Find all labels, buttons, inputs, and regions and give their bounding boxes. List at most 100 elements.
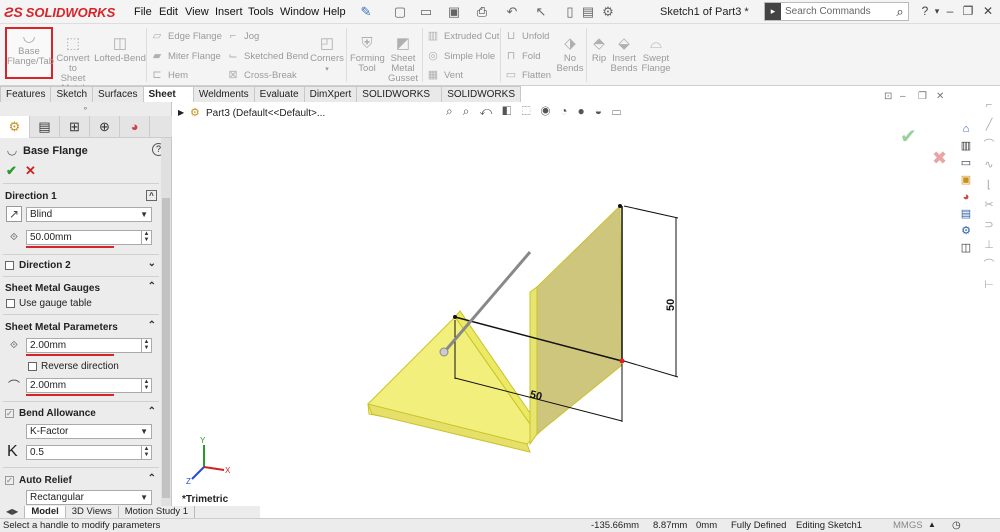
spline-tool-icon[interactable]: ∿ xyxy=(982,158,996,172)
use-gauge-table-checkbox[interactable]: Use gauge table xyxy=(6,298,92,309)
units-dropdown-icon[interactable]: ▲ xyxy=(928,520,936,529)
direction1-header[interactable]: Direction 1 ^ xyxy=(0,187,160,205)
depth-field[interactable]: 50.00mm ▲ ▼ xyxy=(26,230,152,245)
panel-grip-icon[interactable]: ⚬ xyxy=(82,104,89,113)
forming-tool-button[interactable]: ⛨ Forming Tool xyxy=(350,36,385,74)
configurationmanager-tab-icon[interactable]: ⊞ xyxy=(60,116,90,138)
hem-button[interactable]: ⊏ Hem xyxy=(150,69,188,81)
pin-icon[interactable]: ✎ xyxy=(358,4,374,20)
sketch-point[interactable] xyxy=(453,315,457,319)
fold-button[interactable]: ⊓ Fold xyxy=(504,50,541,62)
menu-tools[interactable]: Tools xyxy=(248,6,274,18)
arc-tool-icon[interactable]: ⌒ xyxy=(982,138,996,152)
swept-flange-button[interactable]: ⌓ Swept Flange xyxy=(640,36,672,74)
insert-bends-button[interactable]: ⬙ Insert Bends xyxy=(610,36,638,74)
solidworks-forum-icon[interactable]: ⚙ xyxy=(958,224,974,238)
undo-icon[interactable]: ↶ xyxy=(504,4,520,20)
base-flange-button[interactable]: ◡ Base Flange/Tab xyxy=(5,27,54,79)
unfold-button[interactable]: ⊔ Unfold xyxy=(504,30,550,42)
viewport-minimize-icon[interactable]: – xyxy=(900,91,906,102)
propertymanager-tab-icon[interactable]: ▤ xyxy=(30,116,60,138)
direction2-header[interactable]: Direction 2 ⌄ xyxy=(0,256,160,274)
mirror-tool-icon[interactable]: ⊥ xyxy=(982,238,996,252)
tab-dimxpert[interactable]: DimXpert xyxy=(303,86,358,102)
corners-button[interactable]: ◰ Corners ▾ xyxy=(308,36,346,75)
line-tool-icon[interactable]: ╱ xyxy=(982,118,996,132)
auto-relief-select[interactable]: Rectangular ▼ xyxy=(26,490,152,505)
k-factor-field[interactable]: 0.5 ▲ ▼ xyxy=(26,445,152,460)
tab-evaluate[interactable]: Evaluate xyxy=(253,86,305,102)
sketched-bend-button[interactable]: ⌙ Sketched Bend xyxy=(226,50,308,62)
solidworks-logo[interactable]: ƧS SOLIDWORKS xyxy=(4,3,115,21)
edge-flange-button[interactable]: ▱ Edge Flange xyxy=(150,30,222,42)
search-scope-icon[interactable]: ▸ xyxy=(765,3,781,20)
bend-allowance-select[interactable]: K-Factor ▼ xyxy=(26,424,152,439)
vent-button[interactable]: ▦ Vent xyxy=(426,69,463,81)
sketch-tool-icon[interactable]: ⌐ xyxy=(982,98,996,112)
bend-radius-field[interactable]: 2.00mm ▲ ▼ xyxy=(26,378,152,393)
menu-insert[interactable]: Insert xyxy=(215,6,243,18)
tab-solidworks-mbd[interactable]: SOLIDWORKS MBD xyxy=(441,86,521,115)
direction2-checkbox[interactable] xyxy=(5,260,14,270)
rebuild-icon[interactable]: ▯ xyxy=(562,4,578,20)
end-condition-select[interactable]: Blind ▼ xyxy=(26,207,152,222)
design-library-icon[interactable]: ▥ xyxy=(958,139,974,153)
offset-tool-icon[interactable]: ⊃ xyxy=(982,218,996,232)
open-icon[interactable]: ▭ xyxy=(418,4,434,20)
reverse-direction-checkbox[interactable]: Reverse direction xyxy=(28,361,119,372)
view-palette-icon[interactable]: ▣ xyxy=(958,173,974,187)
direction-arrow-handle[interactable] xyxy=(444,251,532,351)
custom-properties-icon[interactable]: ▤ xyxy=(958,207,974,221)
checkbox-box[interactable] xyxy=(28,362,37,371)
thickness-field[interactable]: 2.00mm ▲ ▼ xyxy=(26,338,152,353)
cross-break-button[interactable]: ⊠ Cross-Break xyxy=(226,69,296,81)
cancel-x-icon[interactable]: ✕ xyxy=(25,163,36,179)
spinner-icon[interactable]: ▲ ▼ xyxy=(141,231,151,244)
extruded-cut-button[interactable]: ▥ Extruded Cut xyxy=(426,30,500,42)
featuremanager-tab-icon[interactable]: ⚙ xyxy=(0,116,30,138)
search-commands[interactable]: ▸ Search Commands ⌕ xyxy=(764,2,909,21)
rebuild-status-icon[interactable]: ◷ xyxy=(952,520,961,531)
panel-scrollbar[interactable] xyxy=(161,138,171,506)
smart-dimension-icon[interactable]: ⌒ xyxy=(982,258,996,272)
spinner-icon[interactable]: ▲ ▼ xyxy=(141,339,151,352)
tab-sketch[interactable]: Sketch xyxy=(50,86,94,102)
bend-allowance-checkbox[interactable]: ✓ xyxy=(5,408,14,418)
corners-dropdown-icon[interactable]: ▾ xyxy=(325,66,329,73)
restore-icon[interactable]: ❐ xyxy=(960,3,976,19)
corner-rectangle-icon[interactable]: ⌊ xyxy=(982,178,996,192)
tab-surfaces[interactable]: Surfaces xyxy=(92,86,144,102)
auto-relief-header[interactable]: ✓ Auto Relief ⌃ xyxy=(0,471,160,489)
new-document-icon[interactable]: ▢ xyxy=(392,4,408,20)
tab-scroll-left-icon[interactable]: ◀▶ xyxy=(0,506,26,518)
no-bends-button[interactable]: ⬗ No Bends xyxy=(556,36,584,74)
reverse-direction-icon[interactable]: ↗ xyxy=(6,206,22,222)
auto-relief-checkbox[interactable]: ✓ xyxy=(5,475,14,485)
chevron-up-icon[interactable]: ⌃ xyxy=(148,406,156,417)
tab-motion-study-1[interactable]: Motion Study 1 xyxy=(119,506,196,518)
file-properties-icon[interactable]: ▤ xyxy=(580,4,596,20)
spinner-icon[interactable]: ▲ ▼ xyxy=(141,446,151,459)
print-icon[interactable]: ⎙ xyxy=(474,4,490,20)
task-pane-home-icon[interactable]: ⌂ xyxy=(958,122,974,136)
sketch-point[interactable] xyxy=(618,204,622,208)
search-icon[interactable]: ⌕ xyxy=(892,4,908,20)
menu-file[interactable]: File xyxy=(134,6,152,18)
viewport-restore-icon[interactable]: ❐ xyxy=(918,91,927,102)
minimize-icon[interactable]: – xyxy=(942,3,958,19)
tab-weldments[interactable]: Weldments xyxy=(192,86,255,102)
chevron-up-icon[interactable]: ⌃ xyxy=(148,473,156,484)
file-explorer-icon[interactable]: ▭ xyxy=(958,156,974,170)
spinner-icon[interactable]: ▲ ▼ xyxy=(141,379,151,392)
menu-window[interactable]: Window xyxy=(280,6,319,18)
status-units[interactable]: MMGS xyxy=(893,520,923,531)
task-pane-resources-icon[interactable]: ◫ xyxy=(958,241,974,255)
viewport-close-icon[interactable]: ✕ xyxy=(936,91,944,102)
menu-view[interactable]: View xyxy=(185,6,209,18)
scrollbar-thumb[interactable] xyxy=(162,198,170,498)
ok-check-icon[interactable]: ✔ xyxy=(6,163,17,179)
lofted-bend-button[interactable]: ◫ Lofted-Bend xyxy=(94,36,146,64)
dimension-vertical-text[interactable]: 50 xyxy=(665,299,677,311)
search-input[interactable]: Search Commands xyxy=(781,6,892,17)
miter-flange-button[interactable]: ▰ Miter Flange xyxy=(150,50,221,62)
